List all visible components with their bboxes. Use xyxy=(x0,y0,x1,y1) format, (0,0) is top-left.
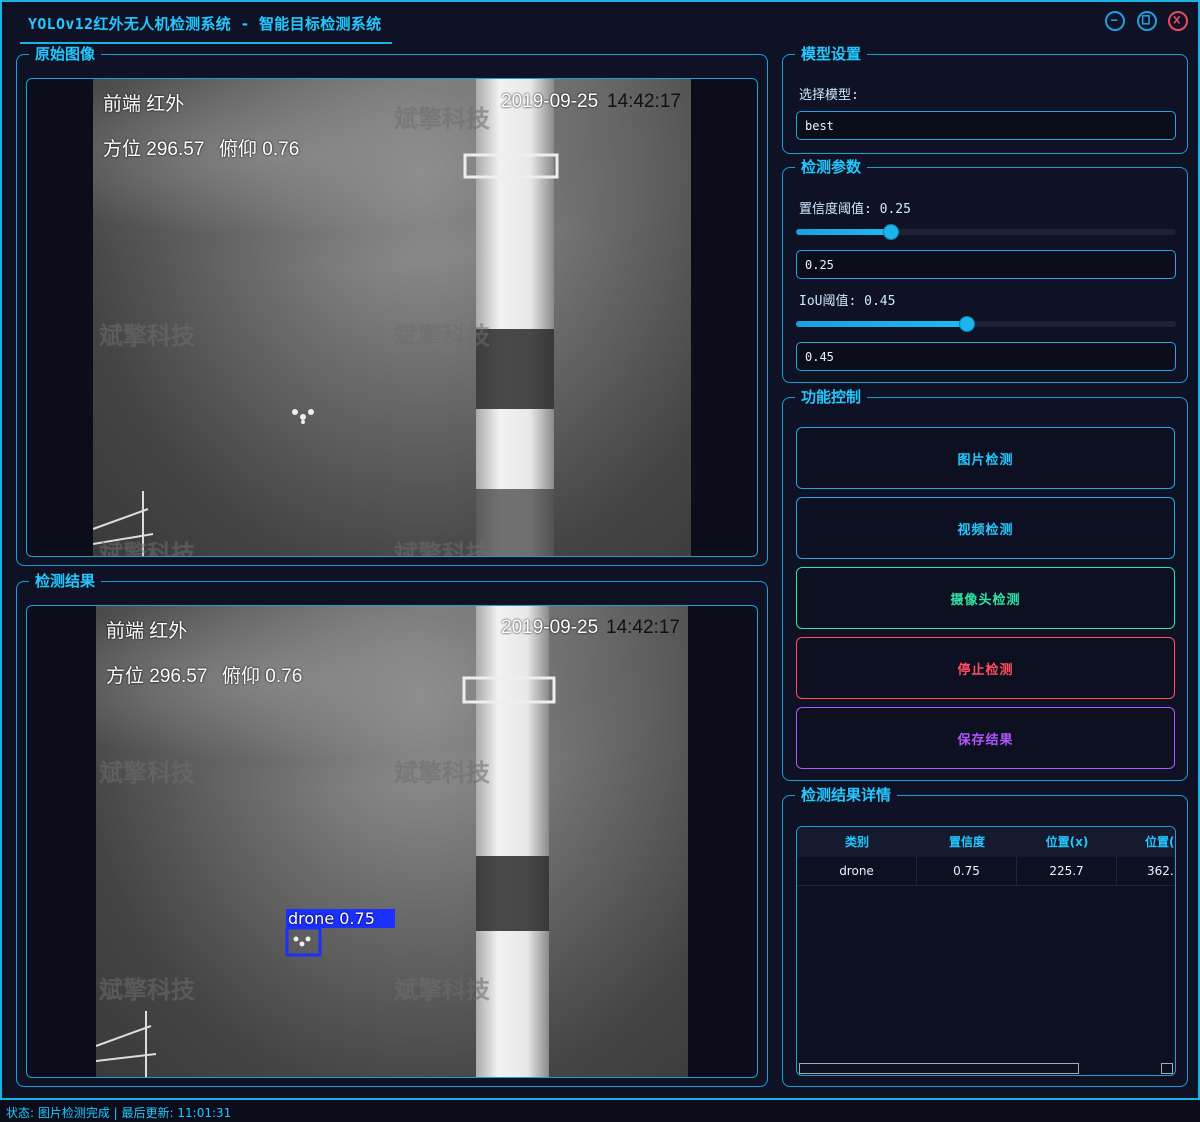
save-result-button[interactable]: 保存结果 xyxy=(796,707,1175,769)
watermark: 斌擎科技 xyxy=(99,322,195,350)
confidence-slider-fill xyxy=(796,229,891,235)
camera-detect-button[interactable]: 摄像头检测 xyxy=(796,567,1175,629)
result-image-view: drone 0.75 前端 红外 2019-09-25 14:42:17 方位 … xyxy=(26,605,758,1078)
scroll-corner xyxy=(1161,1063,1173,1074)
iou-slider-handle[interactable] xyxy=(959,316,975,332)
watermark: 斌擎科技 xyxy=(99,976,195,1004)
details-table: 类别 置信度 位置(x) 位置( drone 0.75 225.7 362. xyxy=(797,827,1175,1075)
window-title: YOLOv12红外无人机检测系统 - 智能目标检测系统 xyxy=(28,15,382,33)
title-bar: YOLOv12红外无人机检测系统 - 智能目标检测系统 xyxy=(2,2,1198,44)
watermark: 斌擎科技 xyxy=(99,759,195,787)
overlay-azimuth: 方位 296.57 xyxy=(106,666,208,687)
model-select-label: 选择模型: xyxy=(799,88,859,103)
confidence-slider-handle[interactable] xyxy=(883,224,899,240)
table-cell: 225.7 xyxy=(1017,857,1117,886)
status-text: 状态: 图片检测完成 | 最后更新: 11:01:31 xyxy=(6,1106,232,1120)
title-underline xyxy=(20,42,392,44)
model-select[interactable]: best xyxy=(796,111,1176,140)
original-image-view: 前端 红外 2019-09-25 14:42:17 方位 296.57 俯仰 0… xyxy=(26,78,758,557)
watermark: 斌擎科技 xyxy=(394,976,490,1004)
result-thermal-image: drone 0.75 前端 红外 2019-09-25 14:42:17 方位 … xyxy=(96,606,688,1077)
iou-slider-fill xyxy=(796,321,967,327)
details-table-frame: 类别 置信度 位置(x) 位置( drone 0.75 225.7 362. xyxy=(796,826,1176,1076)
maximize-icon xyxy=(1141,15,1150,25)
detection-box xyxy=(285,926,322,957)
maximize-button[interactable] xyxy=(1137,11,1157,31)
watermark: 斌擎科技 xyxy=(394,540,490,557)
table-cell: 362. xyxy=(1117,857,1175,886)
detection-label: drone 0.75 xyxy=(288,909,375,928)
watermark: 斌擎科技 xyxy=(394,759,490,787)
overlay-mode-label: 前端 红外 xyxy=(106,621,188,642)
model-settings-group: 模型设置 选择模型: best xyxy=(782,45,1188,154)
confidence-slider[interactable] xyxy=(796,224,1176,240)
detection-details-group: 检测结果详情 类别 置信度 位置(x) 位置( drone 0.75 225.7… xyxy=(782,786,1188,1087)
overlay-azimuth: 方位 296.57 xyxy=(103,139,205,160)
confidence-input[interactable]: 0.25 xyxy=(796,250,1176,279)
table-header-position-y[interactable]: 位置( xyxy=(1117,827,1175,857)
image-detect-button[interactable]: 图片检测 xyxy=(796,427,1175,489)
close-icon xyxy=(1173,15,1181,24)
function-controls-title: 功能控制 xyxy=(795,388,868,406)
table-header-position-x[interactable]: 位置(x) xyxy=(1017,827,1117,857)
detection-details-title: 检测结果详情 xyxy=(795,786,898,804)
minimize-icon xyxy=(1111,19,1118,21)
overlay-pitch: 俯仰 0.76 xyxy=(219,139,300,160)
table-cell: drone xyxy=(797,857,917,886)
iou-slider[interactable] xyxy=(796,316,1176,332)
stop-detect-button[interactable]: 停止检测 xyxy=(796,637,1175,699)
watermark: 斌擎科技 xyxy=(99,540,195,557)
model-settings-title: 模型设置 xyxy=(795,45,868,63)
overlay-mode-label: 前端 红外 xyxy=(103,94,185,115)
detection-result-group: 检测结果 drone 0.75 前端 红外 2019-09-25 14:42:1… xyxy=(16,572,768,1087)
iou-input[interactable]: 0.45 xyxy=(796,342,1176,371)
overlay-date: 2019-09-25 xyxy=(501,617,599,638)
table-cell: 0.75 xyxy=(917,857,1017,886)
detection-result-title: 检测结果 xyxy=(29,572,102,590)
minimize-button[interactable] xyxy=(1105,11,1125,31)
overlay-date: 2019-09-25 xyxy=(501,91,599,112)
status-bar: 状态: 图片检测完成 | 最后更新: 11:01:31 xyxy=(0,1100,1200,1122)
overlay-pitch: 俯仰 0.76 xyxy=(222,666,303,687)
overlay-time: 14:42:17 xyxy=(606,617,680,638)
table-header-class[interactable]: 类别 xyxy=(797,827,917,857)
horizontal-scrollbar[interactable] xyxy=(799,1063,1079,1074)
watermark: 斌擎科技 xyxy=(394,322,490,350)
detection-params-group: 检测参数 置信度阈值: 0.25 0.25 IoU阈值: 0.45 0.45 xyxy=(782,158,1188,383)
original-image-title: 原始图像 xyxy=(29,45,102,63)
original-image-group: 原始图像 前端 红外 2019-09-25 14:42:17 方位 296.57… xyxy=(16,45,768,566)
confidence-label: 置信度阈值: 0.25 xyxy=(799,202,911,217)
app-window: YOLOv12红外无人机检测系统 - 智能目标检测系统 原始图像 前端 红外 2… xyxy=(0,0,1200,1100)
table-header-confidence[interactable]: 置信度 xyxy=(917,827,1017,857)
video-detect-button[interactable]: 视频检测 xyxy=(796,497,1175,559)
close-button[interactable] xyxy=(1168,11,1188,31)
watermark: 斌擎科技 xyxy=(394,105,490,133)
detection-params-title: 检测参数 xyxy=(795,158,868,176)
overlay-time: 14:42:17 xyxy=(607,91,681,112)
iou-label: IoU阈值: 0.45 xyxy=(799,294,896,309)
